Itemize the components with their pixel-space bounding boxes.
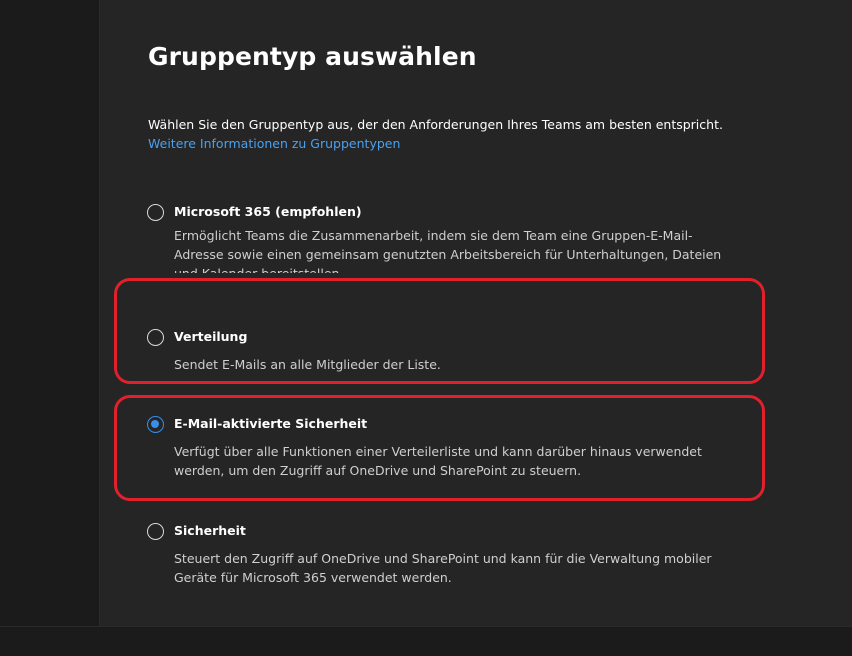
radio-distribution[interactable] — [147, 329, 164, 346]
option-label-distribution[interactable]: Verteilung — [174, 328, 247, 346]
radio-microsoft-365[interactable] — [147, 204, 164, 221]
option-label-mail-enabled-security[interactable]: E-Mail-aktivierte Sicherheit — [174, 415, 367, 433]
option-description-security: Steuert den Zugriff auf OneDrive und Sha… — [174, 551, 712, 585]
option-description-mail-enabled-security: Verfügt über alle Funktionen einer Verte… — [174, 444, 702, 478]
learn-more-link[interactable]: Weitere Informationen zu Gruppentypen — [148, 135, 400, 153]
intro-description: Wählen Sie den Gruppentyp aus, der den A… — [148, 117, 723, 132]
radio-security[interactable] — [147, 523, 164, 540]
option-description-microsoft-365: Ermöglicht Teams die Zusammenarbeit, ind… — [174, 228, 722, 273]
option-label-microsoft-365[interactable]: Microsoft 365 (empfohlen) — [174, 203, 362, 221]
left-gutter — [0, 0, 100, 626]
page: Gruppentyp auswählen Wählen Sie den Grup… — [0, 0, 852, 656]
bottom-strip — [0, 626, 852, 656]
option-description-distribution: Sendet E-Mails an alle Mitglieder der Li… — [174, 357, 441, 372]
radio-mail-enabled-security[interactable] — [147, 416, 164, 433]
page-title: Gruppentyp auswählen — [148, 42, 477, 71]
option-label-security[interactable]: Sicherheit — [174, 522, 246, 540]
